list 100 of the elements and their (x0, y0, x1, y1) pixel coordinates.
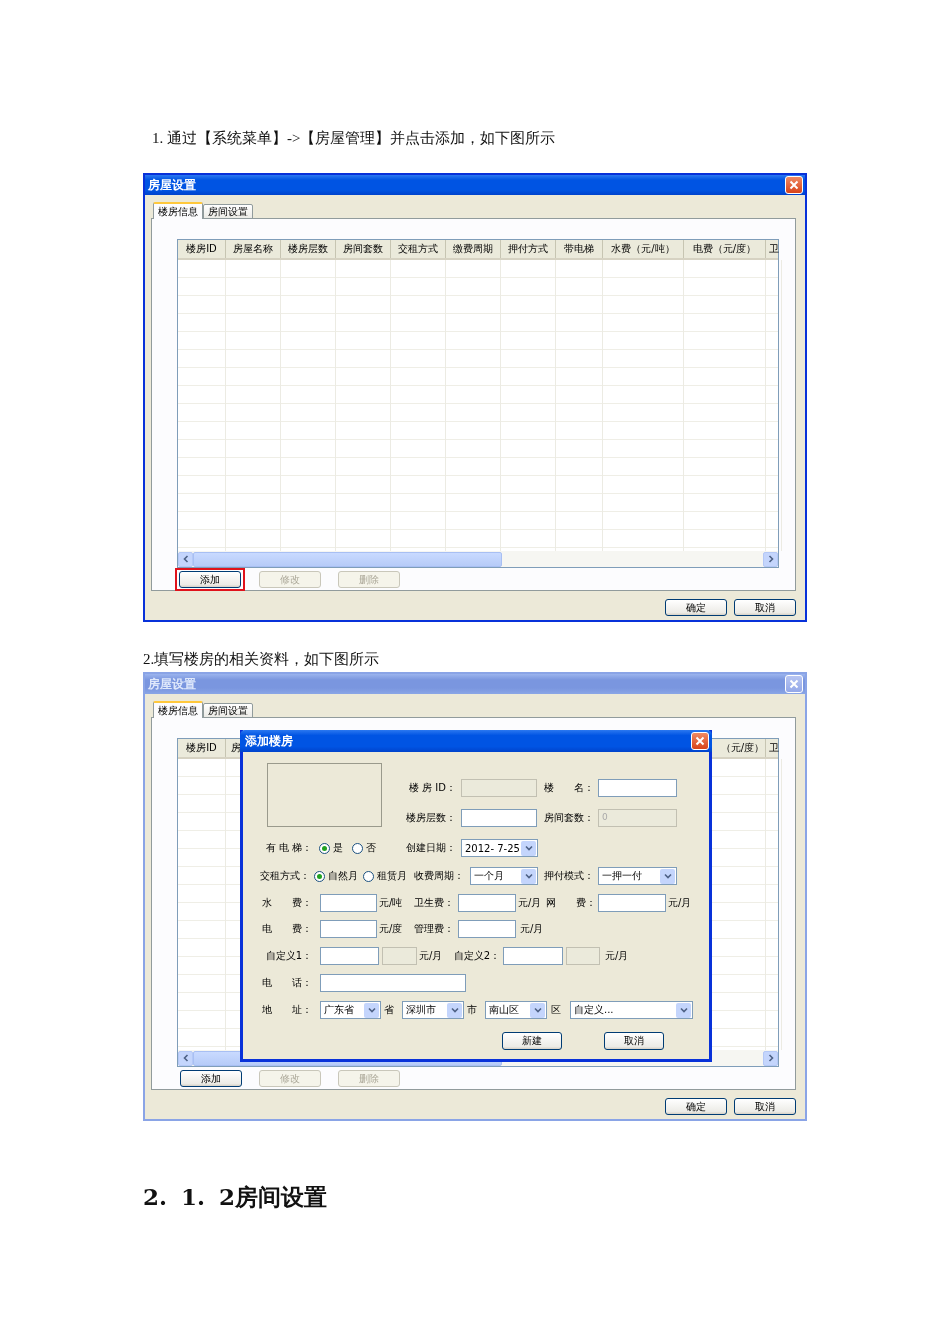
close-icon (789, 679, 799, 689)
column-header: 楼房ID (178, 739, 226, 757)
column-header: 押付方式 (501, 240, 556, 258)
field-label: 水 费： (262, 896, 312, 910)
input-field[interactable] (461, 809, 537, 827)
dropdown[interactable]: 南山区 (485, 1001, 547, 1019)
dropdown[interactable]: 深圳市 (402, 1001, 464, 1019)
chevron-right-icon (766, 555, 775, 563)
chevron-left-icon (181, 555, 190, 563)
field-label: 楼房层数： (405, 811, 456, 825)
tab[interactable]: 房间设置 (203, 204, 253, 219)
dialog-button[interactable]: 取消 (734, 1098, 796, 1115)
unit-label: 元/月 (668, 896, 693, 910)
caption: 2.填写楼房的相关资料，如下图所示 (143, 650, 380, 669)
action-button[interactable]: 添加 (179, 571, 241, 588)
chevron-right-icon (766, 1054, 775, 1062)
column-header: 水费（元/吨） (603, 240, 684, 258)
radio-option[interactable]: 否 (352, 841, 380, 855)
close-icon (789, 180, 799, 190)
scroll-thumb[interactable] (193, 551, 502, 567)
dropdown[interactable]: 一押一付 (598, 867, 677, 885)
unit-label: 元/月 (518, 896, 543, 910)
radio-button[interactable] (319, 842, 330, 854)
unit-label: 元/月 (520, 922, 545, 936)
unit-label: 省 (384, 1003, 395, 1017)
dropdown-value: 一个月 (474, 869, 504, 883)
scroll-right-button[interactable] (763, 551, 778, 567)
radio-button[interactable] (352, 842, 363, 854)
dropdown-value: 一押一付 (602, 869, 642, 883)
input-field[interactable] (458, 894, 516, 912)
field-label: 收费周期： (413, 869, 464, 883)
close-button[interactable] (785, 176, 803, 194)
input-field[interactable] (598, 894, 666, 912)
dropdown-value: 深圳市 (406, 1003, 436, 1017)
window-title: 房屋设置 (148, 675, 196, 693)
scroll-right-button[interactable] (763, 1050, 778, 1066)
unit-label: 元/度 (379, 922, 404, 936)
field-label: 地 址： (262, 1003, 312, 1017)
dropdown[interactable]: 广东省 (320, 1001, 381, 1019)
field-label: 楼 房 ID： (408, 781, 456, 795)
radio-option[interactable]: 自然月 (314, 869, 362, 883)
column-header: 卫 (768, 242, 780, 256)
radio-button[interactable] (363, 870, 374, 882)
tab[interactable]: 楼房信息 (153, 202, 203, 219)
dialog-button[interactable]: 确定 (665, 1098, 727, 1115)
tab[interactable]: 房间设置 (203, 703, 253, 718)
close-icon (695, 736, 705, 746)
field-label: 交租方式： (259, 869, 310, 883)
column-header: 卫 (768, 741, 780, 755)
radio-option[interactable]: 是 (319, 841, 347, 855)
caption: 1. 通过【系统菜单】->【房屋管理】并点击添加，如下图所示 (152, 129, 556, 148)
scroll-left-button[interactable] (178, 551, 193, 567)
dropdown-value: 2012- 7-25 (465, 842, 520, 854)
close-button[interactable] (785, 675, 803, 693)
dialog-button[interactable]: 新建 (502, 1032, 562, 1050)
dropdown-value: 南山区 (489, 1003, 519, 1017)
field-label: 管理费： (413, 922, 454, 936)
field-label: 楼 名： (544, 781, 594, 795)
field-label: 网 费： (546, 896, 596, 910)
column-header: 带电梯 (556, 240, 603, 258)
close-button[interactable] (691, 732, 709, 750)
dropdown[interactable]: 2012- 7-25 (461, 839, 538, 857)
dropdown-value: 广东省 (324, 1003, 354, 1017)
unit-label: 市 (467, 1003, 478, 1017)
dialog-button[interactable]: 取消 (734, 599, 796, 616)
unit-label: 区 (551, 1003, 562, 1017)
dialog-button[interactable]: 取消 (604, 1032, 664, 1050)
input-field[interactable] (320, 920, 377, 938)
dropdown-value: 自定义... (574, 1003, 614, 1017)
field-label: 房间套数： (544, 811, 594, 825)
input-field[interactable] (503, 947, 563, 965)
action-button[interactable]: 添加 (180, 1070, 242, 1087)
input-field[interactable] (598, 779, 677, 797)
radio-option[interactable]: 租赁月 (363, 869, 411, 883)
field-label: 自定义2： (452, 949, 500, 963)
section-heading: 2. 1. 2房间设置 (143, 1182, 328, 1212)
field-label: 押付模式： (543, 869, 594, 883)
column-header: 房屋名称 (226, 240, 281, 258)
tab[interactable]: 楼房信息 (153, 701, 203, 718)
field-label: 电 费： (262, 922, 312, 936)
column-header: 电费（元/度） (684, 240, 766, 258)
scroll-left-button[interactable] (178, 1050, 193, 1066)
window-title: 房屋设置 (148, 176, 196, 194)
input-field[interactable] (320, 974, 466, 992)
scrollbar[interactable] (178, 551, 778, 567)
dropdown[interactable]: 一个月 (470, 867, 538, 885)
input-field[interactable] (458, 920, 516, 938)
column-header: 交租方式 (391, 240, 446, 258)
radio-button[interactable] (314, 870, 325, 882)
column-header: 房间套数 (336, 240, 391, 258)
dialog-button[interactable]: 确定 (665, 599, 727, 616)
input-field[interactable] (320, 947, 379, 965)
input-field[interactable] (320, 894, 377, 912)
field-label: 卫生费： (413, 896, 454, 910)
column-header: 楼房ID (178, 240, 226, 258)
dropdown[interactable]: 自定义... (570, 1001, 693, 1019)
field-label: 有 电 梯： (264, 841, 312, 855)
column-header: 楼房层数 (281, 240, 336, 258)
column-header: 缴费周期 (446, 240, 501, 258)
unit-label: 元/吨 (379, 896, 404, 910)
